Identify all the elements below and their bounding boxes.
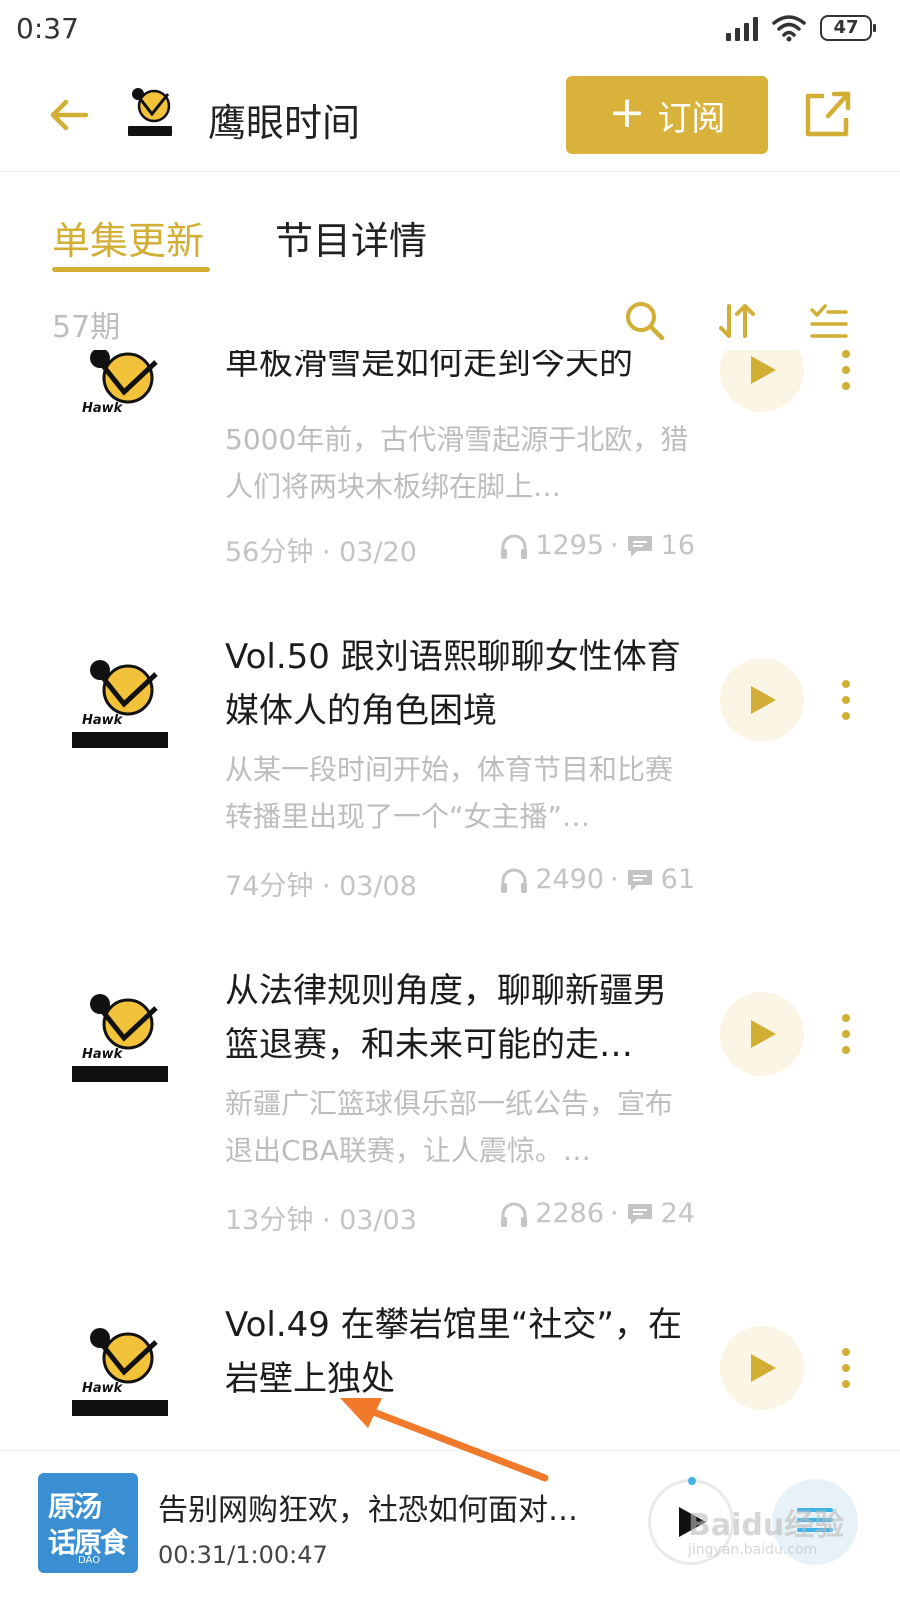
signal-icon [726,15,758,41]
episode-description: 5000年前，古代滑雪起源于北欧，猎人们将两块木板绑在脚上… [225,423,689,503]
batch-select-icon[interactable] [806,298,852,344]
more-options-icon[interactable] [836,1012,856,1056]
page-title: 鹰眼时间 [208,101,361,145]
share-icon[interactable] [800,86,856,142]
play-icon [751,356,776,384]
play-button[interactable] [720,1326,804,1410]
wifi-icon [772,15,806,42]
play-icon [751,1020,776,1048]
headphones-icon [501,534,528,559]
subscribe-label: 订阅 [657,98,726,139]
status-time: 0:37 [16,12,79,45]
player-track-title: 告别网购狂欢，社恐如何面对… [158,1493,578,1528]
progress-indicator [688,1477,696,1485]
play-button[interactable] [720,992,804,1076]
tab-details[interactable]: 节目详情 [275,210,427,265]
comment-count: 16 [660,530,695,561]
episode-title: Vol.50 跟刘语熙聊聊女性体育媒体人的角色困境 [225,637,681,731]
meta-separator: · [610,530,619,561]
episode-stats: 2286 · 24 [499,1198,695,1229]
svg-text:Hawk: Hawk [82,401,124,416]
episode-logo: Hawk [72,994,168,1082]
episode-logo: Hawk [72,660,168,748]
podcast-logo [128,88,172,136]
episode-item[interactable]: Hawk 从法律规则角度，聊聊新疆男篮退赛，和未来可能的走… 新疆广汇篮球俱乐部… [0,971,900,1314]
episode-duration-date: 74分钟 · 03/08 [225,871,417,902]
svg-text:Hawk: Hawk [82,1047,124,1062]
cover-text: 原汤 [48,1490,102,1523]
back-arrow-icon[interactable] [44,90,94,140]
episode-logo: Hawk [72,1328,168,1416]
comment-icon [627,535,652,557]
comment-icon [627,1203,652,1225]
comment-count: 61 [660,864,695,895]
play-button[interactable] [720,658,804,742]
episode-meta: 56分钟 · 03/20 1295 · 16 [225,530,695,570]
headphones-icon [501,1202,528,1227]
episode-title: 单板滑雪是如何走到今天的 [225,350,633,383]
sort-icon[interactable] [714,298,760,344]
status-icons: 47 [726,14,876,42]
watermark-url: jingyan.baidu.com [688,1542,818,1558]
play-count: 1295 [535,530,605,561]
play-button[interactable] [720,350,804,412]
more-options-icon[interactable] [836,1346,856,1390]
more-options-icon[interactable] [836,350,856,392]
active-tab-indicator [52,267,210,272]
more-options-icon[interactable] [836,678,856,722]
meta-separator: · [610,1198,619,1229]
play-icon [751,686,776,714]
subscribe-button[interactable]: + 订阅 [566,76,768,154]
tab-episodes[interactable]: 单集更新 [52,210,204,265]
comment-count: 24 [660,1198,695,1229]
episode-stats: 2490 · 61 [499,864,695,895]
play-icon [751,1354,776,1382]
episode-list: Hawk 单板滑雪是如何走到今天的 5000年前，古代滑雪起源于北欧，猎人们将两… [0,350,900,1450]
headphones-icon [501,868,528,893]
play-count: 2286 [535,1198,605,1229]
plus-icon: + [608,87,646,138]
episode-stats: 1295 · 16 [499,530,695,561]
battery-icon: 47 [820,15,876,41]
player-time: 00:31/1:00:47 [158,1541,328,1569]
episode-description: 从某一段时间开始，体育节目和比赛转播里出现了一个“女主播”… [225,753,674,833]
episode-duration-date: 56分钟 · 03/20 [225,537,417,568]
episode-count: 57期 [52,310,121,345]
episode-description: 新疆广汇篮球俱乐部一纸公告，宣布退出CBA联赛，让人震惊。… [225,1087,674,1167]
annotation-arrow [340,1398,549,1482]
svg-text:Hawk: Hawk [82,1381,124,1396]
search-icon[interactable] [622,298,668,344]
episode-meta: 13分钟 · 03/03 2286 · 24 [225,1198,695,1238]
episode-meta: 74分钟 · 03/08 2490 · 61 [225,864,695,904]
cover-text: DAO [78,1555,101,1566]
episode-logo: Hawk [72,350,168,438]
episode-item[interactable]: Hawk Vol.50 跟刘语熙聊聊女性体育媒体人的角色困境 从某一段时间开始，… [0,637,900,980]
player-cover-art: 原汤 话原食 DAO [38,1473,138,1573]
episode-title: 从法律规则角度，聊聊新疆男篮退赛，和未来可能的走… [225,971,667,1065]
watermark: Baidu经验 jingyan.baidu.com [688,1500,848,1570]
watermark-text: Baidu经验 [688,1508,845,1543]
comment-icon [627,869,652,891]
play-count: 2490 [535,864,605,895]
header: 鹰眼时间 + 订阅 [0,62,900,172]
episode-duration-date: 13分钟 · 03/03 [225,1205,417,1236]
svg-text:Hawk: Hawk [82,713,124,728]
meta-separator: · [610,864,619,895]
episode-item[interactable]: Hawk 单板滑雪是如何走到今天的 5000年前，古代滑雪起源于北欧，猎人们将两… [0,350,900,650]
list-toolbar: 57期 [0,290,900,350]
status-bar: 0:37 47 [0,0,900,62]
tab-bar: 单集更新 节目详情 [0,172,900,282]
